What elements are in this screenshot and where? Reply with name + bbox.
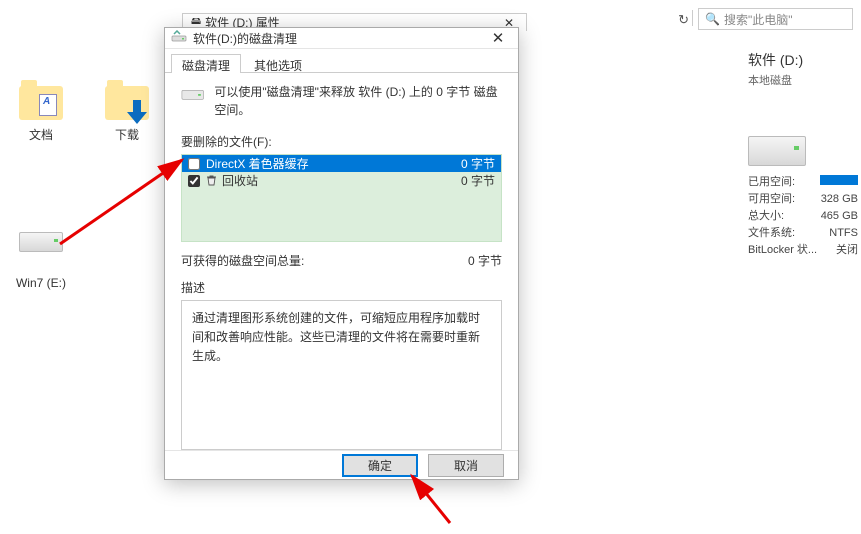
search-input[interactable]: 🔍 搜索"此电脑" [698,8,853,30]
total-value: 0 字节 [468,252,502,269]
dialog-title: 软件(D:)的磁盘清理 [193,30,484,47]
icon-label: 文档 [6,126,76,143]
download-arrow-icon [127,100,147,124]
details-pane: 软件 (D:) 本地磁盘 已用空间: 可用空间: 328 GB 总大小: 465 G… [748,50,858,259]
icon-label: 下载 [92,126,162,143]
filesystem-value: NTFS [829,225,858,242]
used-space-bar [820,175,858,185]
file-checkbox[interactable] [188,175,200,187]
filesystem-label: 文件系统: [748,225,795,242]
total-size-value: 465 GB [821,208,858,225]
file-size: 0 字节 [461,155,495,172]
summary-text: 可以使用"磁盘清理"来释放 软件 (D:) 上的 0 字节 磁盘空间。 [214,83,502,119]
file-size: 0 字节 [461,172,495,189]
total-label: 可获得的磁盘空间总量: [181,252,304,269]
file-name: DirectX 着色器缓存 [206,155,461,172]
file-name: 回收站 [222,172,461,189]
drive-icon [181,85,204,103]
recycle-bin-icon [206,175,218,186]
icon-label: Win7 (E:) [6,276,76,290]
bitlocker-value: 关闭 [836,242,858,259]
free-space-label: 可用空间: [748,191,795,208]
file-checkbox[interactable] [188,158,200,170]
dialog-titlebar: 软件(D:)的磁盘清理 ✕ [165,28,518,49]
used-space-label: 已用空间: [748,174,795,191]
free-space-value: 328 GB [821,191,858,208]
files-to-delete-label: 要删除的文件(F): [181,133,502,150]
search-placeholder: 搜索"此电脑" [724,11,793,28]
file-list: DirectX 着色器缓存 0 字节 ↖ 回收站 0 字节 [181,154,502,242]
folder-downloads[interactable]: 下载 [92,82,162,143]
drive-subtitle: 本地磁盘 [748,72,858,88]
total-size-label: 总大小: [748,208,784,225]
drive-win7-e[interactable]: Win7 (E:) [6,218,76,290]
drive-large-icon [748,136,806,166]
disk-cleanup-icon [171,30,187,46]
divider [692,10,693,26]
ok-button[interactable]: 确定 [342,454,418,477]
folder-documents[interactable]: 文档 [6,82,76,143]
tab-disk-cleanup[interactable]: 磁盘清理 [171,54,241,73]
tab-other-options[interactable]: 其他选项 [243,54,313,73]
drive-title: 软件 (D:) [748,50,858,70]
cancel-button[interactable]: 取消 [428,454,504,477]
search-icon: 🔍 [705,12,720,26]
file-row-directx-shader-cache[interactable]: DirectX 着色器缓存 0 字节 [182,155,501,172]
file-row-recycle-bin[interactable]: ↖ 回收站 0 字节 [182,172,501,189]
refresh-icon[interactable]: ↻ [678,12,689,28]
tab-strip: 磁盘清理 其他选项 [165,49,518,73]
description-label: 描述 [181,279,502,296]
description-text: 通过清理图形系统创建的文件，可缩短应用程序加载时间和改善响应性能。这些已清理的文… [181,300,502,450]
bitlocker-label: BitLocker 状... [748,242,817,259]
disk-cleanup-dialog: 软件(D:)的磁盘清理 ✕ 磁盘清理 其他选项 可以使用"磁盘清理"来释放 软件… [164,27,519,480]
close-button[interactable]: ✕ [484,28,512,48]
